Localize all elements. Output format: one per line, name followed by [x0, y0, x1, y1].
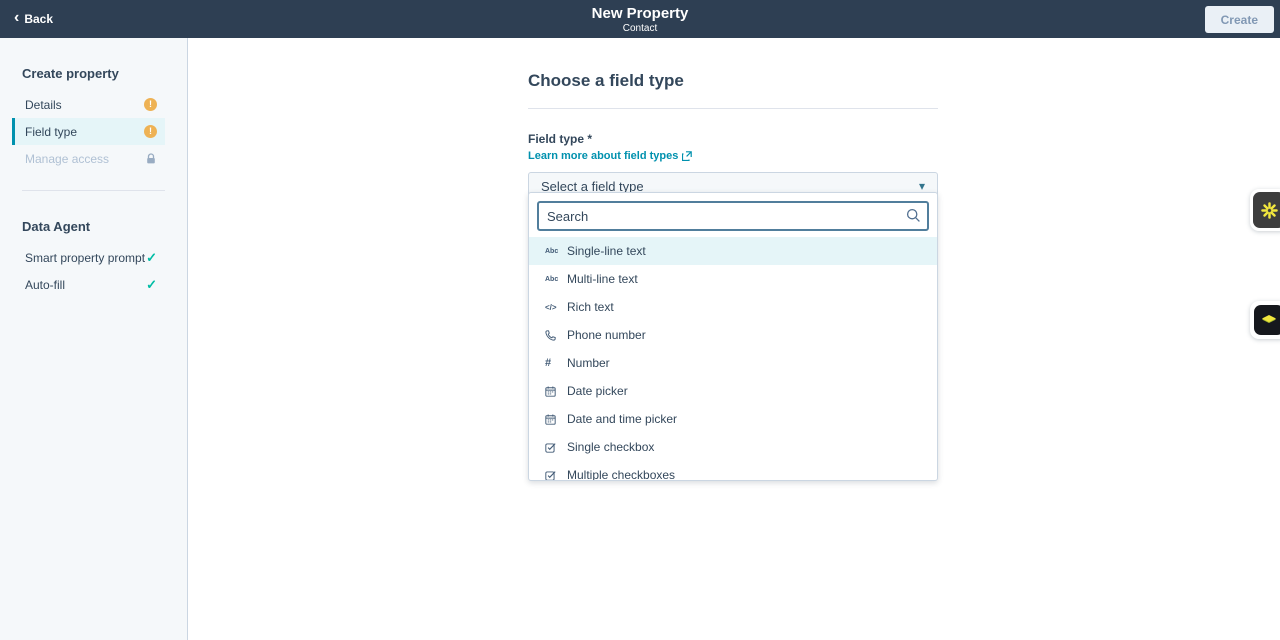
- search-input[interactable]: [537, 201, 929, 231]
- sidebar-item-auto-fill[interactable]: Auto-fill ✓: [12, 271, 165, 298]
- option-label: Date picker: [567, 384, 628, 398]
- single-line-text-icon: Abc: [545, 247, 559, 255]
- field-type-dropdown: Abc Single-line text Abc Multi-line text </>…: [528, 192, 938, 481]
- field-type-list: Abc Single-line text Abc Multi-line text </>…: [529, 237, 937, 481]
- chevron-down-icon: ▾: [918, 179, 925, 193]
- field-type-option[interactable]: # Number: [529, 349, 937, 377]
- top-bar: ‹ Back New Property Contact Create: [0, 0, 1280, 38]
- sidebar-item-label: Auto-fill: [25, 277, 66, 292]
- sidebar-item-field-type[interactable]: Field type !: [12, 118, 165, 145]
- learn-more-link[interactable]: Learn more about field types: [528, 150, 693, 162]
- checkbox-icon: [545, 442, 567, 453]
- rich-text-icon: </>: [545, 302, 557, 312]
- option-label: Single-line text: [567, 244, 646, 258]
- warning-icon: !: [144, 125, 157, 138]
- page-title: New Property: [591, 4, 689, 22]
- option-label: Multi-line text: [567, 272, 638, 286]
- sidebar-item-label: Smart property prompt: [25, 250, 146, 265]
- spark-icon: [1253, 192, 1280, 228]
- back-button[interactable]: ‹ Back: [0, 0, 67, 38]
- sidebar-item-smart-property-prompt[interactable]: Smart property prompt ✓: [12, 244, 165, 271]
- option-label: Phone number: [567, 328, 646, 342]
- create-button[interactable]: Create: [1204, 6, 1274, 33]
- option-label: Multiple checkboxes: [567, 468, 676, 481]
- field-type-option[interactable]: Single checkbox: [529, 433, 937, 461]
- field-type-option[interactable]: </> Rich text: [529, 293, 937, 321]
- layers-icon: [1254, 305, 1280, 335]
- calendar-icon: [545, 386, 567, 397]
- heading-divider: [528, 108, 938, 109]
- option-label: Rich text: [567, 300, 614, 314]
- external-link-icon: [682, 151, 693, 161]
- field-type-option[interactable]: Date and time picker: [529, 405, 937, 433]
- option-label: Number: [567, 356, 610, 370]
- phone-icon: [545, 329, 567, 341]
- lock-icon: [145, 152, 157, 165]
- object-type-subtitle: Contact: [622, 22, 658, 34]
- field-type-option[interactable]: Date picker: [529, 377, 937, 405]
- number-icon: #: [545, 357, 552, 369]
- back-label: Back: [24, 12, 54, 26]
- sidebar-section-title-data-agent: Data Agent: [22, 219, 91, 234]
- sidebar-section-title-create-property: Create property: [22, 66, 119, 81]
- sidebar-item-details[interactable]: Details !: [12, 91, 165, 118]
- field-type-option[interactable]: Abc Multi-line text: [529, 265, 937, 293]
- sidebar-item-label: Manage access: [25, 151, 110, 166]
- option-label: Date and time picker: [567, 412, 678, 426]
- learn-more-label: Learn more about field types: [528, 150, 679, 162]
- multi-line-text-icon: Abc: [545, 275, 559, 283]
- field-type-option[interactable]: Multiple checkboxes: [529, 461, 937, 481]
- sidebar: Create property Details ! Field type ! M…: [0, 38, 188, 640]
- topbar-title-group: New Property Contact: [0, 0, 1280, 38]
- field-type-label: Field type *: [528, 132, 593, 146]
- calendar-icon: [545, 414, 567, 425]
- sidebar-item-label: Details: [25, 97, 62, 112]
- main-content: Choose a field type Field type * Learn m…: [528, 38, 938, 481]
- warning-icon: !: [144, 98, 157, 111]
- guide-widget[interactable]: [1250, 301, 1280, 339]
- check-icon: ✓: [146, 276, 157, 292]
- field-type-option[interactable]: Abc Single-line text: [529, 237, 937, 265]
- option-label: Single checkbox: [567, 440, 655, 454]
- sidebar-item-label: Field type: [25, 124, 78, 139]
- check-icon: ✓: [146, 249, 157, 265]
- sidebar-divider: [22, 190, 165, 191]
- checkbox-icon: [545, 470, 567, 480]
- search-icon: [906, 208, 921, 228]
- ai-assistant-widget[interactable]: [1250, 189, 1280, 231]
- chevron-left-icon: ‹: [14, 9, 20, 26]
- section-heading: Choose a field type: [528, 71, 684, 90]
- sidebar-item-manage-access: Manage access: [12, 145, 165, 172]
- field-type-option[interactable]: Phone number: [529, 321, 937, 349]
